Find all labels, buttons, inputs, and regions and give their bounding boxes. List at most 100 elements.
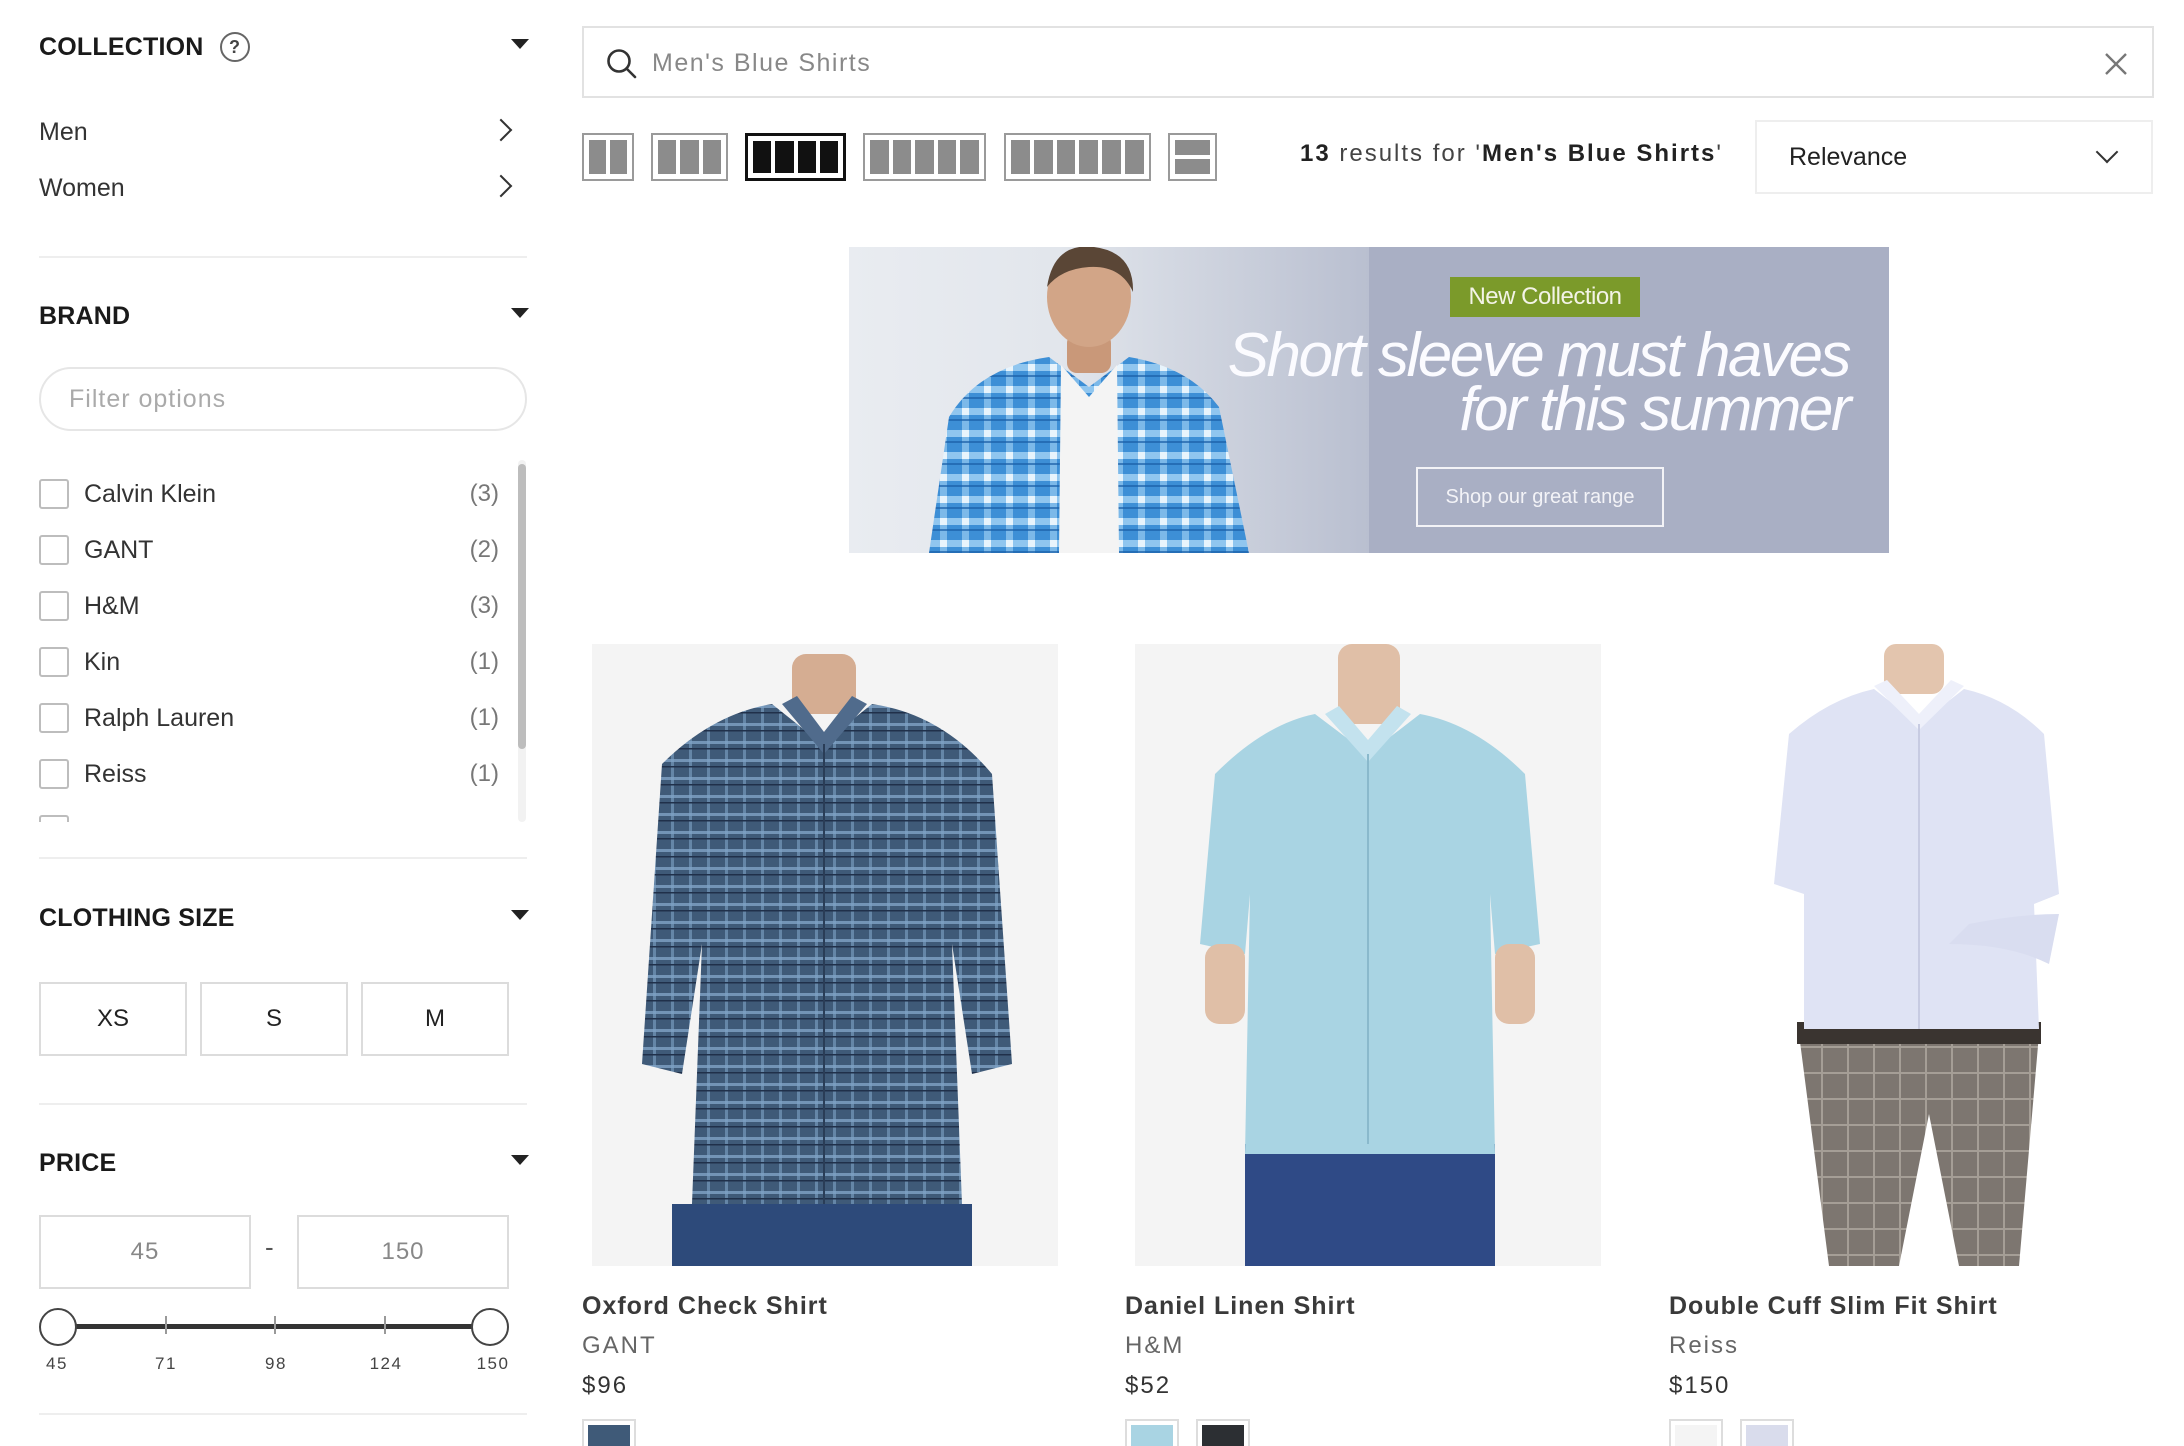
price-max-input[interactable]: 150	[297, 1215, 509, 1289]
slider-tick-label: 150	[476, 1354, 510, 1373]
brand-facet-header[interactable]: BRAND	[39, 296, 529, 336]
layout-bar	[892, 140, 912, 174]
checkbox[interactable]	[39, 703, 69, 733]
brand-option-hm[interactable]: H&M (3)	[39, 586, 499, 626]
collection-item-label: Women	[39, 173, 125, 202]
clothing-size-facet-header[interactable]: CLOTHING SIZE	[39, 898, 529, 938]
price-facet-header[interactable]: PRICE	[39, 1143, 529, 1183]
results-prefix: results for '	[1330, 140, 1482, 167]
color-swatch[interactable]	[1196, 1419, 1250, 1446]
swatch-fill	[1202, 1425, 1244, 1446]
price-facet-title: PRICE	[39, 1148, 117, 1177]
layout-6-column-button[interactable]	[1004, 133, 1151, 181]
layout-3-column-button[interactable]	[651, 133, 728, 181]
caret-down-icon[interactable]	[511, 910, 529, 920]
brand-option-reiss[interactable]: Reiss (1)	[39, 754, 499, 794]
brand-filter-input[interactable]	[39, 367, 527, 431]
size-option-s[interactable]: S	[200, 982, 348, 1056]
product-photo	[1774, 644, 2059, 1266]
layout-bar	[1056, 140, 1076, 174]
filter-sidebar: COLLECTION ? Men Women BRAND Calvin Klei…	[0, 0, 560, 1446]
layout-bar	[1102, 140, 1122, 174]
layout-bar	[937, 140, 957, 174]
brand-option-kin[interactable]: Kin (1)	[39, 642, 499, 682]
layout-4-column-button[interactable]	[745, 133, 846, 181]
layout-5-column-button[interactable]	[863, 133, 986, 181]
swatch-fill	[1131, 1425, 1173, 1446]
swatch-fill	[1746, 1425, 1788, 1446]
caret-down-icon[interactable]	[511, 1155, 529, 1165]
layout-bar	[1175, 159, 1210, 174]
caret-down-icon[interactable]	[511, 39, 529, 49]
brand-option-calvin-klein[interactable]: Calvin Klein (3)	[39, 474, 499, 514]
product-name[interactable]: Daniel Linen Shirt	[1125, 1292, 1356, 1321]
brand-options-list: Calvin Klein (3) GANT (2) H&M (3) Kin (1…	[39, 460, 529, 822]
layout-bar	[589, 140, 606, 174]
collection-item-men[interactable]: Men	[39, 112, 513, 152]
product-image[interactable]	[592, 644, 1058, 1266]
banner-cta-button[interactable]: Shop our great range	[1416, 467, 1664, 527]
divider	[39, 857, 527, 859]
layout-bar	[1125, 140, 1144, 174]
brand-option-gant[interactable]: GANT (2)	[39, 530, 499, 570]
swatch-fill	[588, 1425, 630, 1446]
checkbox[interactable]	[39, 759, 69, 789]
layout-bar	[1033, 140, 1053, 174]
brand-option-count: (1)	[469, 704, 499, 731]
clothing-size-facet-title: CLOTHING SIZE	[39, 903, 235, 932]
layout-bar	[658, 140, 677, 174]
results-summary: 13 results for 'Men's Blue Shirts'	[1300, 140, 1723, 168]
brand-option-partial[interactable]	[39, 810, 499, 822]
sort-select[interactable]: Relevance	[1755, 120, 2153, 194]
layout-bar	[1079, 140, 1099, 174]
banner-headline: Short sleeve must haves for this summer	[1209, 325, 1852, 444]
checkbox[interactable]	[39, 591, 69, 621]
product-image[interactable]	[1135, 644, 1601, 1266]
checkbox[interactable]	[39, 479, 69, 509]
results-suffix: '	[1716, 140, 1723, 167]
layout-bar	[680, 140, 699, 174]
search-input[interactable]	[652, 38, 2052, 88]
promo-banner[interactable]: New Collection Short sleeve must haves f…	[849, 247, 1889, 553]
product-price: $150	[1669, 1372, 1731, 1399]
chevron-right-icon	[489, 118, 513, 142]
layout-2-column-button[interactable]	[582, 133, 634, 181]
layout-list-button[interactable]	[1168, 133, 1217, 181]
brand-list-scrollbar[interactable]	[518, 460, 526, 822]
checkbox[interactable]	[39, 535, 69, 565]
divider	[39, 256, 527, 258]
brand-option-ralph-lauren[interactable]: Ralph Lauren (1)	[39, 698, 499, 738]
price-min-input[interactable]: 45	[39, 1215, 251, 1289]
size-option-xs[interactable]: XS	[39, 982, 187, 1056]
product-brand: Reiss	[1669, 1332, 1740, 1359]
slider-tick	[165, 1316, 167, 1334]
banner-headline-line: for this summer	[1459, 375, 1851, 444]
product-image[interactable]	[1679, 644, 2145, 1266]
layout-bar	[610, 140, 627, 174]
caret-down-icon[interactable]	[511, 308, 529, 318]
layout-bar	[753, 141, 772, 173]
color-swatch[interactable]	[1740, 1419, 1794, 1446]
help-icon[interactable]: ?	[219, 32, 250, 62]
color-swatch[interactable]	[1125, 1419, 1179, 1446]
checkbox[interactable]	[39, 815, 69, 822]
color-swatch[interactable]	[1669, 1419, 1723, 1446]
brand-option-label: Reiss	[84, 759, 147, 788]
collection-facet-header[interactable]: COLLECTION ?	[39, 27, 529, 67]
product-brand: GANT	[582, 1332, 657, 1359]
product-name[interactable]: Oxford Check Shirt	[582, 1292, 828, 1321]
price-slider-max-handle[interactable]	[471, 1308, 509, 1346]
slider-tick-label: 71	[155, 1354, 177, 1373]
scrollbar-thumb[interactable]	[518, 464, 526, 749]
results-query: Men's Blue Shirts	[1481, 140, 1717, 167]
color-swatch[interactable]	[582, 1419, 636, 1446]
product-name[interactable]: Double Cuff Slim Fit Shirt	[1669, 1292, 1998, 1321]
collection-item-women[interactable]: Women	[39, 168, 513, 208]
close-icon[interactable]	[2102, 50, 2130, 78]
brand-facet-title: BRAND	[39, 301, 131, 330]
checkbox[interactable]	[39, 647, 69, 677]
product-photo	[642, 654, 1012, 1266]
slider-tick-label: 45	[46, 1354, 68, 1373]
price-slider-min-handle[interactable]	[39, 1308, 77, 1346]
size-option-m[interactable]: M	[361, 982, 509, 1056]
